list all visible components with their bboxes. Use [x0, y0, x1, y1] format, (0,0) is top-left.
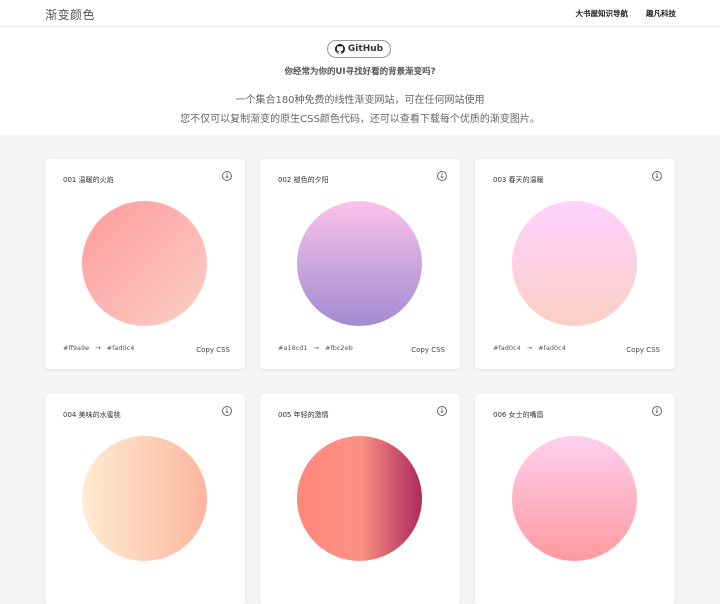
hero-description-line2: 您不仅可以复制渐变的原生CSS颜色代码，还可以查看下载每个优质的渐变图片。 [180, 114, 540, 125]
download-icon[interactable]: ↓ [222, 406, 232, 416]
gradient-card: 001 温暖的火焰 ↓ #ff9a9e → #fad0c4 Copy CSS [45, 159, 245, 369]
gradient-title: 002 褪色的夕阳 [278, 176, 329, 184]
gradient-card: 005 年轻的激情 ↓ [260, 394, 460, 604]
gradient-card: 006 女士的嘴唇 ↓ [475, 394, 675, 604]
copy-css-button[interactable]: Copy CSS [196, 346, 230, 354]
github-button[interactable]: GitHub [327, 40, 391, 58]
nav-link-qufan[interactable]: 趣凡科技 [646, 8, 676, 19]
color-from: #a18cd1 [278, 344, 308, 352]
color-to: #fbc2eb [325, 344, 353, 352]
color-to: #fad0c4 [106, 344, 135, 352]
arrow-icon: → [95, 344, 101, 352]
site-logo[interactable]: 渐变颜色 [45, 6, 95, 23]
gradient-preview [82, 436, 207, 561]
copy-css-button[interactable]: Copy CSS [626, 346, 660, 354]
download-icon[interactable]: ↓ [437, 171, 447, 181]
nav-link-dashuwu[interactable]: 大书屋知识导航 [576, 8, 629, 19]
gradient-preview [512, 201, 637, 326]
gradient-codes: #a18cd1 → #fbc2eb [278, 344, 353, 352]
color-from: #ff9a9e [63, 344, 90, 352]
gradient-title: 005 年轻的激情 [278, 411, 329, 419]
download-icon[interactable]: ↓ [437, 406, 447, 416]
arrow-icon: → [526, 344, 533, 352]
color-from: #fad0c4 [493, 344, 521, 352]
hero-question: 你经常为你的UI寻找好看的背景渐变吗? [284, 67, 436, 77]
gradient-preview [297, 201, 422, 326]
gradient-codes: #ff9a9e → #fad0c4 [63, 344, 134, 352]
github-label: GitHub [347, 44, 384, 54]
download-icon[interactable]: ↓ [222, 171, 232, 181]
github-icon [334, 44, 345, 54]
gradient-title: 006 女士的嘴唇 [493, 411, 544, 419]
gradient-preview [297, 436, 422, 561]
hero-description-line1: 一个集合180种免费的线性渐变网站，可在任何网站使用 [235, 95, 485, 106]
gradient-card: 004 美味的水蜜桃 ↓ [45, 394, 245, 604]
arrow-icon: → [313, 344, 319, 352]
gradient-codes: #fad0c4 → #fad0c4 [493, 344, 566, 352]
top-nav: 大书屋知识导航 趣凡科技 [576, 8, 677, 19]
gradient-card: 003 春天的温暖 ↓ #fad0c4 → #fad0c4 Copy CSS [475, 159, 675, 369]
gradient-preview [512, 436, 637, 561]
color-to: #fad0c4 [538, 344, 566, 352]
copy-css-button[interactable]: Copy CSS [411, 346, 445, 354]
gradient-title: 001 温暖的火焰 [63, 176, 114, 184]
gradient-title: 004 美味的水蜜桃 [63, 411, 121, 419]
gradient-title: 003 春天的温暖 [493, 176, 544, 184]
gradient-card: 002 褪色的夕阳 ↓ #a18cd1 → #fbc2eb Copy CSS [260, 159, 460, 369]
download-icon[interactable]: ↓ [652, 171, 662, 181]
top-bar: 渐变颜色 大书屋知识导航 趣凡科技 [0, 0, 720, 27]
hero-section: GitHub 你经常为你的UI寻找好看的背景渐变吗? 一个集合180种免费的线性… [0, 27, 720, 135]
gradient-preview [82, 201, 207, 326]
download-icon[interactable]: ↓ [652, 406, 662, 416]
